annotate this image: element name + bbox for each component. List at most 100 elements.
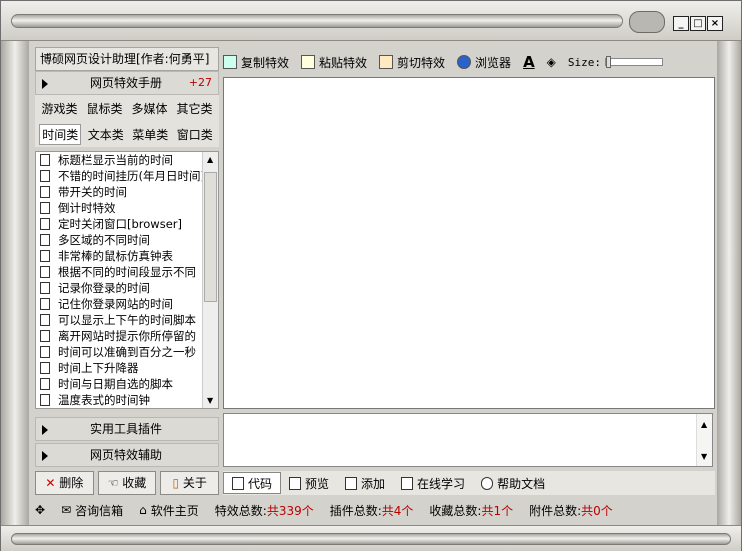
paste-effect-button[interactable]: 粘贴特效 [301,54,367,71]
list-item-label: 标题栏显示当前的时间 [58,153,173,167]
code-editor[interactable] [223,77,715,409]
document-icon [40,266,50,278]
scroll-up-icon[interactable]: ▲ [701,420,707,429]
title-bar[interactable]: _ □ × [1,1,741,41]
category-media[interactable]: 多媒体 [129,99,169,118]
list-item-label: 带开关的时间 [58,185,127,199]
list-item[interactable]: 时间与日期自选的脚本 [36,376,202,392]
tab-online-learning[interactable]: 在线学习 [393,472,473,494]
description-box[interactable]: ▲ ▼ [223,413,713,467]
list-item-label: 温度表式的时间钟 [58,393,150,407]
size-slider[interactable] [605,56,664,68]
scroll-thumb[interactable] [204,172,217,302]
about-icon: ▯ [172,476,180,490]
learning-icon [401,476,414,490]
list-item[interactable]: 时间可以准确到百分之一秒 [36,344,202,360]
list-item[interactable]: 定时关闭窗口[browser] [36,216,202,232]
document-icon [40,202,50,214]
delete-icon: ✕ [45,476,56,490]
description-scrollbar[interactable]: ▲ ▼ [696,414,712,466]
tools-label: 实用工具插件 [90,422,163,436]
tab-help[interactable]: 帮助文档 [473,472,553,494]
list-item[interactable]: 根据不同的时间段显示不同 [36,264,202,280]
minimize-button[interactable]: _ [673,16,689,31]
category-game[interactable]: 游戏类 [39,99,79,118]
feedback-label: 咨询信箱 [75,503,124,518]
logo-icon [629,11,665,33]
list-item[interactable]: 倒计时特效 [36,200,202,216]
tools-section-header[interactable]: 实用工具插件 [35,417,219,441]
browser-button[interactable]: 浏览器 [457,54,511,71]
document-icon [40,282,50,294]
feedback-link[interactable]: ✉ 咨询信箱 [61,502,123,519]
list-item-label: 时间与日期自选的脚本 [58,377,173,391]
close-button[interactable]: × [707,16,723,31]
bottom-frame [1,525,741,551]
paint-bucket-icon: ◈ [546,55,556,69]
font-button[interactable]: A [523,53,535,71]
list-item-label: 可以显示上下午的时间脚本 [58,313,196,327]
favorite-button[interactable]: ☜ 收藏 [97,471,157,495]
list-item[interactable]: 温度表式的时间钟 [36,392,202,408]
ie-icon [457,55,472,69]
size-slider-knob[interactable] [606,56,612,68]
effects-total: 特效总数: 共339个 [215,502,314,519]
list-item[interactable]: 标题栏显示当前的时间 [36,152,202,168]
category-window[interactable]: 窗口类 [175,125,215,144]
plugins-total-label: 插件总数: [329,503,382,518]
size-control: Size: [568,56,664,69]
assist-section-header[interactable]: 网页特效辅助 [35,443,219,467]
color-button[interactable]: ◈ [547,55,556,69]
list-item[interactable]: 多区域的不同时间 [36,232,202,248]
maximize-button[interactable]: □ [690,16,706,31]
category-text[interactable]: 文本类 [86,125,126,144]
delete-button[interactable]: ✕ 删除 [35,471,94,495]
toolbar: 复制特效 粘贴特效 剪切特效 浏览器 A ◈ Size: [223,48,715,76]
scroll-up-icon[interactable]: ▲ [207,155,213,164]
list-item[interactable]: 文本框中显示当前的时间 [36,408,202,409]
effects-total-value: 共339个 [266,503,314,518]
manual-section-header[interactable]: 网页特效手册 +27 [35,71,219,95]
tab-code[interactable]: 代码 [223,472,282,494]
sidebar-buttons: ✕ 删除 ☜ 收藏 ▯ 关于 [35,471,220,495]
move-handle[interactable]: ✥ [35,503,45,517]
document-icon [40,154,50,166]
tab-code-label: 代码 [248,476,273,491]
list-item[interactable]: 带开关的时间 [36,184,202,200]
list-item[interactable]: 记录你登录的时间 [36,280,202,296]
document-icon [40,170,50,182]
scroll-down-icon[interactable]: ▼ [701,452,707,461]
paste-label: 粘贴特效 [319,55,368,70]
list-item-label: 时间可以准确到百分之一秒 [58,345,196,359]
category-other[interactable]: 其它类 [174,99,214,118]
paste-icon [301,55,316,69]
copy-effect-button[interactable]: 复制特效 [223,54,289,71]
effects-list: 标题栏显示当前的时间 不错的时间挂历(年月日时间) 带开关的时间 倒计时特效 定时关闭窗… [35,151,219,409]
scroll-down-icon[interactable]: ▼ [207,396,213,405]
document-icon [40,314,50,326]
list-item[interactable]: 非常棒的鼠标仿真钟表 [36,248,202,264]
list-scrollbar[interactable]: ▲ ▼ [202,152,218,408]
list-item-label: 非常棒的鼠标仿真钟表 [58,249,173,263]
homepage-link[interactable]: ⌂ 软件主页 [139,502,199,519]
tab-preview[interactable]: 预览 [281,472,337,494]
category-time[interactable]: 时间类 [39,123,82,145]
about-button[interactable]: ▯ 关于 [160,471,220,495]
list-item[interactable]: 不错的时间挂历(年月日时间) [36,168,202,184]
cut-effect-button[interactable]: 剪切特效 [379,54,445,71]
tab-add[interactable]: 添加 [337,472,393,494]
code-icon [232,476,244,490]
list-item[interactable]: 记住你登录网站的时间 [36,296,202,312]
expand-arrow-icon [42,451,48,461]
category-mouse[interactable]: 鼠标类 [84,99,124,118]
favorites-total-label: 收藏总数: [429,503,482,518]
category-menu[interactable]: 菜单类 [130,125,170,144]
assist-label: 网页特效辅助 [90,448,163,462]
document-icon [40,250,50,262]
tab-online-learning-label: 在线学习 [417,476,466,491]
list-item[interactable]: 离开网站时提示你所停留的 [36,328,202,344]
document-icon [40,346,50,358]
favorites-total-value: 共1个 [481,503,514,518]
list-item[interactable]: 可以显示上下午的时间脚本 [36,312,202,328]
list-item[interactable]: 时间上下升降器 [36,360,202,376]
